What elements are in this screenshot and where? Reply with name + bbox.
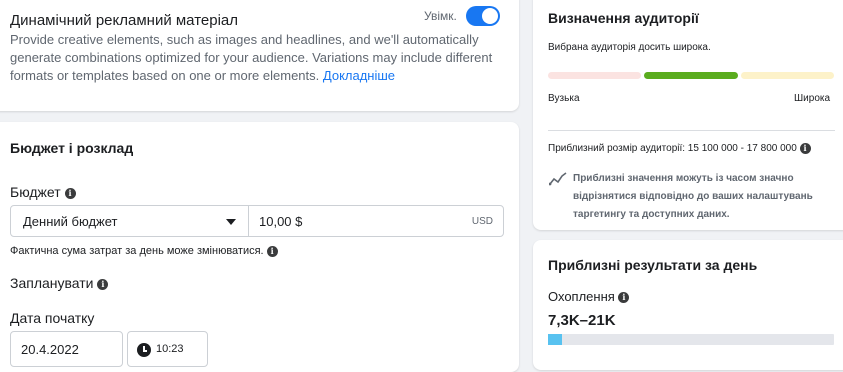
budget-amount-value: 10,00 $ <box>259 214 303 229</box>
dynamic-creative-description: Provide creative elements, such as image… <box>10 31 500 85</box>
dynamic-creative-card: Динамічний рекламний матеріал Увімк. Pro… <box>0 0 519 111</box>
budget-label-row: Бюджет i <box>10 184 76 200</box>
start-date-value: 20.4.2022 <box>21 342 79 357</box>
audience-size-row: Приблизний розмір аудиторії: 15 100 000 … <box>548 143 811 154</box>
daily-results-card: Приблизні результати за день Охоплення i… <box>533 240 843 370</box>
info-icon[interactable]: i <box>64 187 76 199</box>
info-icon[interactable]: i <box>618 292 630 304</box>
budget-note-row: Фактична сума затрат за день може змінюв… <box>10 245 278 257</box>
budget-schedule-title: Бюджет і розклад <box>10 140 134 156</box>
audience-narrow-label: Вузька <box>548 93 580 104</box>
trend-line-icon <box>549 172 567 186</box>
audience-broad-label: Широка <box>794 93 831 104</box>
toggle-label: Увімк. <box>424 9 457 23</box>
reach-bar-track <box>548 334 834 345</box>
toggle-knob <box>482 8 498 24</box>
start-time-value: 10:23 <box>156 343 184 355</box>
description-text: Provide creative elements, such as image… <box>10 32 493 83</box>
audience-meter-balanced <box>644 72 738 79</box>
audience-meter-broad <box>741 72 834 79</box>
audience-trend-note: Приблизні значення можуть із часом значн… <box>573 173 813 220</box>
clock-icon <box>137 343 151 357</box>
caret-down-icon <box>226 219 236 225</box>
audience-title: Визначення аудиторії <box>548 10 699 26</box>
dynamic-creative-title: Динамічний рекламний матеріал <box>10 12 239 29</box>
learn-more-link[interactable]: Докладніше <box>323 68 395 83</box>
start-date-input[interactable]: 20.4.2022 <box>10 331 123 367</box>
divider <box>548 130 835 131</box>
budget-label: Бюджет <box>10 184 61 200</box>
info-icon[interactable]: i <box>799 143 811 154</box>
budget-type-select[interactable]: Денний бюджет <box>10 205 249 237</box>
reach-label-row: Охоплення i <box>548 289 630 304</box>
audience-definition-card: Визначення аудиторії Вибрана аудиторія д… <box>533 0 843 230</box>
schedule-label: Запланувати <box>10 275 94 291</box>
audience-size: Приблизний розмір аудиторії: 15 100 000 … <box>548 143 797 155</box>
budget-amount-input[interactable]: 10,00 $ USD <box>248 205 504 237</box>
reach-label: Охоплення <box>548 289 615 304</box>
budget-schedule-card: Бюджет і розклад Бюджет i Денний бюджет … <box>0 122 519 372</box>
audience-status: Вибрана аудиторія досить широка. <box>548 42 711 53</box>
start-time-input[interactable]: 10:23 <box>127 331 208 367</box>
results-title: Приблизні результати за день <box>548 257 758 273</box>
reach-value: 7,3K–21K <box>548 312 616 329</box>
audience-meter-narrow <box>548 72 641 79</box>
budget-type-value: Денний бюджет <box>23 214 118 229</box>
currency-label: USD <box>471 216 493 227</box>
budget-note: Фактична сума затрат за день може змінюв… <box>10 245 264 257</box>
schedule-label-row: Запланувати i <box>10 275 109 291</box>
info-icon[interactable]: i <box>266 245 278 257</box>
info-icon[interactable]: i <box>97 278 109 290</box>
dynamic-creative-toggle[interactable] <box>466 6 500 26</box>
reach-bar-fill <box>548 334 563 345</box>
start-date-label: Дата початку <box>10 310 95 326</box>
